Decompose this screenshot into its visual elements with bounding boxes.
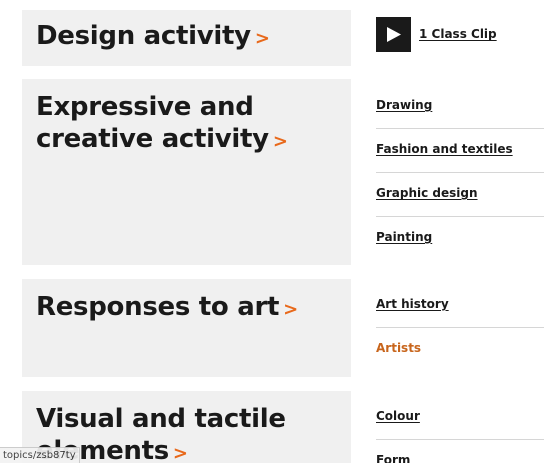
- play-button[interactable]: [376, 17, 411, 52]
- topic-title-responses-to-art[interactable]: Responses to art >: [36, 285, 337, 326]
- chevron-right-icon: >: [283, 299, 298, 320]
- list-item: Colour: [376, 396, 544, 440]
- subtopic-list-expressive: Drawing Fashion and textiles Graphic des…: [376, 85, 544, 261]
- topic-panel-responses-to-art: Responses to art >: [22, 279, 351, 377]
- play-icon: [387, 27, 401, 42]
- list-item: Art history: [376, 284, 544, 328]
- status-bar-url: topics/zsb87ty: [0, 447, 80, 463]
- subtopic-link-fashion-textiles[interactable]: Fashion and textiles: [376, 142, 513, 156]
- chevron-right-icon: >: [172, 443, 188, 463]
- page: Design activity > 1 Class Clip Expressive…: [0, 0, 544, 463]
- subtopic-list-responses: Art history Artists: [376, 284, 544, 372]
- topic-title-design-activity[interactable]: Design activity >: [36, 16, 337, 55]
- class-clip-link[interactable]: 1 Class Clip: [419, 27, 497, 41]
- subtopic-link-colour[interactable]: Colour: [376, 409, 420, 423]
- topic-title-expressive-creative-activity[interactable]: Expressive and creative activity >: [36, 85, 337, 158]
- topic-title-line-2[interactable]: creative activity: [36, 124, 269, 154]
- topic-panel-design-activity: Design activity >: [22, 10, 351, 66]
- chevron-right-icon: >: [272, 131, 288, 152]
- topic-title-text[interactable]: Design activity: [36, 21, 251, 51]
- topic-title-text[interactable]: Responses to art: [36, 292, 279, 322]
- subtopic-link-artists[interactable]: Artists: [376, 341, 421, 355]
- topic-title-line-1[interactable]: Visual and tactile: [36, 404, 286, 434]
- list-item: Drawing: [376, 85, 544, 129]
- chevron-right-icon: >: [254, 28, 270, 49]
- list-item: Painting: [376, 217, 544, 261]
- subtopic-link-graphic-design[interactable]: Graphic design: [376, 186, 478, 200]
- list-item: Form: [376, 440, 544, 463]
- list-item: Graphic design: [376, 173, 544, 217]
- subtopic-list-visual: Colour Form: [376, 396, 544, 463]
- subtopic-link-painting[interactable]: Painting: [376, 230, 432, 244]
- topic-title-visual-tactile-elements[interactable]: Visual and tactile elements >: [36, 397, 337, 463]
- subtopic-link-art-history[interactable]: Art history: [376, 297, 449, 311]
- subtopic-link-form[interactable]: Form: [376, 453, 410, 463]
- topic-panel-expressive-creative-activity: Expressive and creative activity >: [22, 79, 351, 265]
- subtopic-link-drawing[interactable]: Drawing: [376, 98, 432, 112]
- list-item: Fashion and textiles: [376, 129, 544, 173]
- topic-title-line-1[interactable]: Expressive and: [36, 92, 254, 122]
- list-item: Artists: [376, 328, 544, 372]
